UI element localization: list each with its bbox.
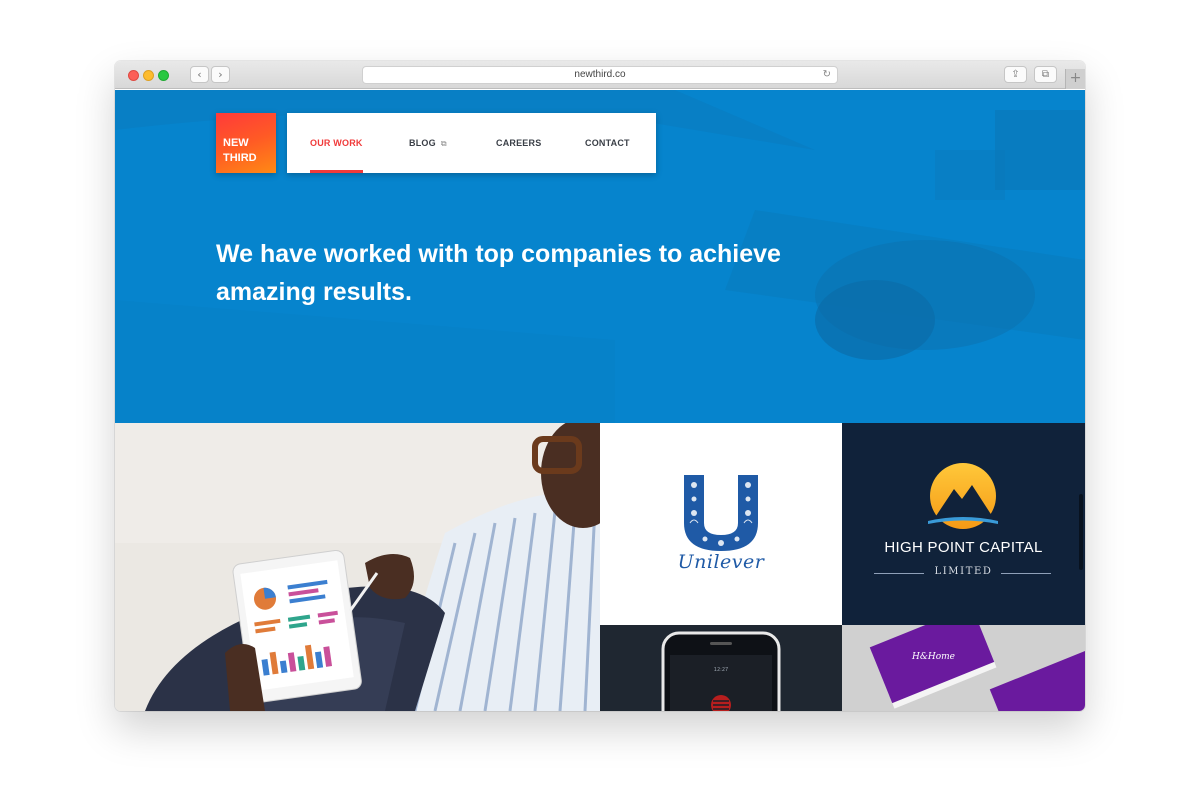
nav-careers[interactable]: CAREERS xyxy=(496,113,541,173)
smartphone-image: 12:27 xyxy=(600,625,842,711)
url-text: newthird.co xyxy=(574,69,626,80)
main-navigation: OUR WORK BLOG ⧉ CAREERS CONTACT xyxy=(287,113,656,173)
hero-headline-line-1: We have worked with top companies to ach… xyxy=(216,240,781,268)
unilever-wordmark: Unilever xyxy=(677,551,765,573)
minimize-window-button[interactable] xyxy=(143,70,154,81)
logo-line-2: THIRD xyxy=(223,152,257,164)
back-icon[interactable]: ‹ xyxy=(190,66,209,83)
high-point-capital-limited: LIMITED xyxy=(934,566,993,577)
hero-headline-line-2: amazing results. xyxy=(216,278,412,306)
portfolio-tile-tablet-photo[interactable] xyxy=(115,423,600,711)
browser-window: ‹ › newthird.co ↻ ⇪ ⧉ + NEW THIRD OUR WO… xyxy=(115,61,1085,711)
nav-contact[interactable]: CONTACT xyxy=(585,113,630,173)
zoom-window-button[interactable] xyxy=(158,70,169,81)
svg-text:12:27: 12:27 xyxy=(714,667,728,673)
logo-line-1: NEW xyxy=(223,137,249,149)
portfolio-grid: Unilever HIGH POINT CAPITAL LIMITED 12:2… xyxy=(115,423,1085,711)
divider-line xyxy=(1001,573,1051,574)
close-window-button[interactable] xyxy=(128,70,139,81)
new-tab-icon[interactable]: + xyxy=(1065,69,1085,89)
new-third-logo[interactable]: NEW THIRD xyxy=(216,113,276,173)
nav-blog[interactable]: BLOG ⧉ xyxy=(409,113,447,173)
mountain-sun-icon xyxy=(928,463,998,529)
forward-icon[interactable]: › xyxy=(211,66,230,83)
browser-toolbar: ‹ › newthird.co ↻ ⇪ ⧉ + xyxy=(115,61,1085,89)
high-point-capital-name: HIGH POINT CAPITAL xyxy=(884,539,1043,556)
business-cards-image xyxy=(842,625,1085,711)
portfolio-tile-mobile-app[interactable]: 12:27 xyxy=(600,625,842,711)
address-bar[interactable]: newthird.co ↻ xyxy=(362,66,838,84)
page-scrollbar[interactable] xyxy=(1079,494,1083,570)
nav-blog-label: BLOG xyxy=(409,138,436,148)
unilever-logo xyxy=(684,475,758,551)
portfolio-tile-unilever[interactable]: Unilever xyxy=(600,423,842,625)
hero-headline: We have worked with top companies to ach… xyxy=(216,235,816,311)
hero-section: NEW THIRD OUR WORK BLOG ⧉ CAREERS CONTACT… xyxy=(115,90,1085,423)
reload-icon[interactable]: ↻ xyxy=(823,67,831,83)
portfolio-tile-business-cards[interactable]: H&Home xyxy=(842,625,1085,711)
nav-our-work[interactable]: OUR WORK xyxy=(310,113,363,173)
tablet-photo-image xyxy=(115,423,600,711)
external-link-icon: ⧉ xyxy=(440,139,447,148)
portfolio-tile-high-point-capital[interactable]: HIGH POINT CAPITAL LIMITED xyxy=(842,423,1085,625)
card-brand-text: H&Home xyxy=(912,652,955,662)
tab-overview-icon[interactable]: ⧉ xyxy=(1034,66,1057,83)
share-icon[interactable]: ⇪ xyxy=(1004,66,1027,83)
